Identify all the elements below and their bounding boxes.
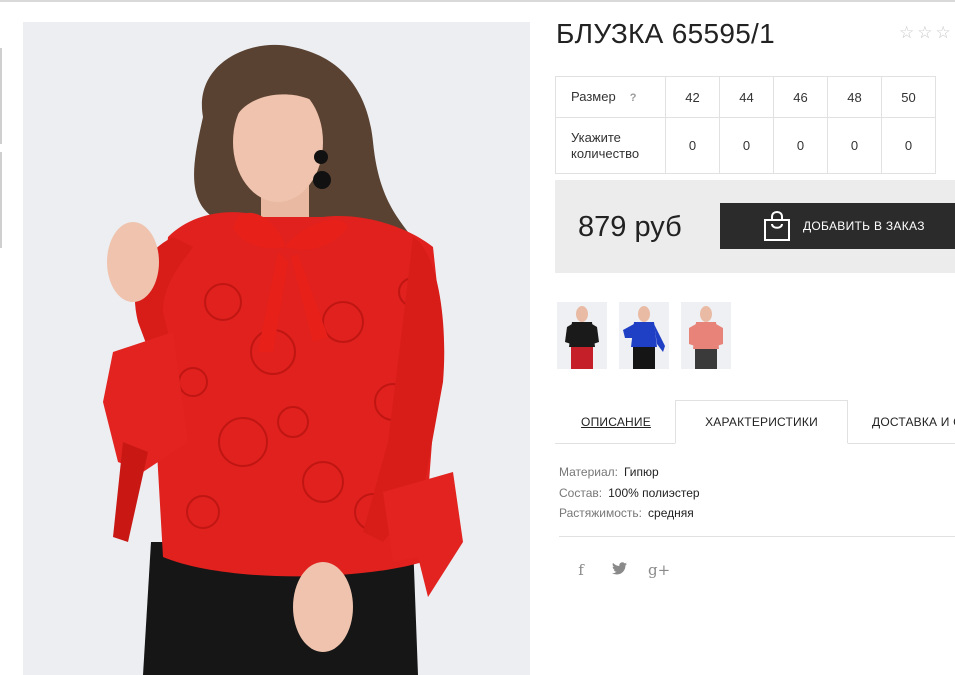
- characteristics-list: Материал: Гипюр Состав: 100% полиэстер Рас…: [559, 462, 700, 524]
- thumbnail-blue[interactable]: [619, 302, 669, 369]
- spec-row: Состав: 100% полиэстер: [559, 483, 700, 504]
- quantity-row: Укажите количество 0 0 0 0 0: [555, 117, 936, 174]
- star-icon[interactable]: ☆: [899, 24, 914, 41]
- spec-row: Материал: Гипюр: [559, 462, 700, 483]
- quantity-input[interactable]: 0: [665, 117, 720, 174]
- tab-characteristics[interactable]: ХАРАКТЕРИСТИКИ: [675, 400, 848, 444]
- thumbnail-black[interactable]: [557, 302, 607, 369]
- price-box: 879 руб ДОБАВИТЬ В ЗАКАЗ: [555, 180, 955, 273]
- add-to-order-label: ДОБАВИТЬ В ЗАКАЗ: [803, 219, 925, 233]
- spec-value: Гипюр: [623, 465, 659, 479]
- spec-row: Растяжимость: средняя: [559, 503, 700, 524]
- add-to-order-button[interactable]: ДОБАВИТЬ В ЗАКАЗ: [720, 203, 955, 249]
- quantity-input[interactable]: 0: [881, 117, 936, 174]
- thumbnail-pink[interactable]: [681, 302, 731, 369]
- star-icon[interactable]: ☆: [936, 24, 951, 41]
- gallery-rail-thumb-edge[interactable]: [0, 152, 2, 248]
- twitter-icon[interactable]: [610, 561, 628, 579]
- color-variants: [557, 302, 731, 369]
- product-main-image[interactable]: [23, 22, 530, 675]
- product-price: 879 руб: [578, 211, 682, 243]
- product-title: БЛУЗКА 65595/1: [556, 18, 776, 49]
- facebook-icon[interactable]: f: [572, 561, 590, 579]
- size-label-cell: Размер?: [555, 76, 666, 118]
- social-share: f g+: [572, 561, 670, 579]
- size-value: 42: [665, 76, 720, 118]
- spec-key: Состав:: [559, 485, 603, 500]
- spec-key: Материал:: [559, 465, 618, 479]
- tab-delivery[interactable]: ДОСТАВКА И С: [848, 400, 955, 444]
- quantity-input[interactable]: 0: [773, 117, 828, 174]
- tab-description[interactable]: ОПИСАНИЕ: [556, 400, 676, 444]
- gallery-rail-thumb-edge[interactable]: [0, 48, 2, 144]
- size-value: 48: [827, 76, 882, 118]
- size-value: 50: [881, 76, 936, 118]
- divider: [559, 536, 955, 537]
- spec-value: 100% полиэстер: [608, 485, 700, 500]
- spec-value: средняя: [648, 506, 694, 520]
- shopping-bag-icon: [764, 211, 790, 241]
- size-row: Размер? 42 44 46 48 50: [555, 76, 936, 118]
- size-value: 46: [773, 76, 828, 118]
- size-quantity-table: Размер? 42 44 46 48 50 Укажите количеств…: [555, 76, 936, 174]
- rating-stars[interactable]: ☆ ☆ ☆: [899, 24, 951, 41]
- quantity-label: Укажите количество: [555, 117, 666, 174]
- spec-key: Растяжимость:: [559, 506, 643, 520]
- size-value: 44: [719, 76, 774, 118]
- quantity-input[interactable]: 0: [719, 117, 774, 174]
- star-icon[interactable]: ☆: [917, 24, 932, 41]
- size-label: Размер: [571, 88, 616, 104]
- top-divider: [0, 0, 955, 2]
- quantity-label-line1: Укажите: [571, 129, 621, 145]
- google-plus-icon[interactable]: g+: [648, 561, 670, 579]
- quantity-label-line2: количество: [571, 145, 640, 161]
- size-help-icon[interactable]: ?: [630, 92, 637, 104]
- quantity-input[interactable]: 0: [827, 117, 882, 174]
